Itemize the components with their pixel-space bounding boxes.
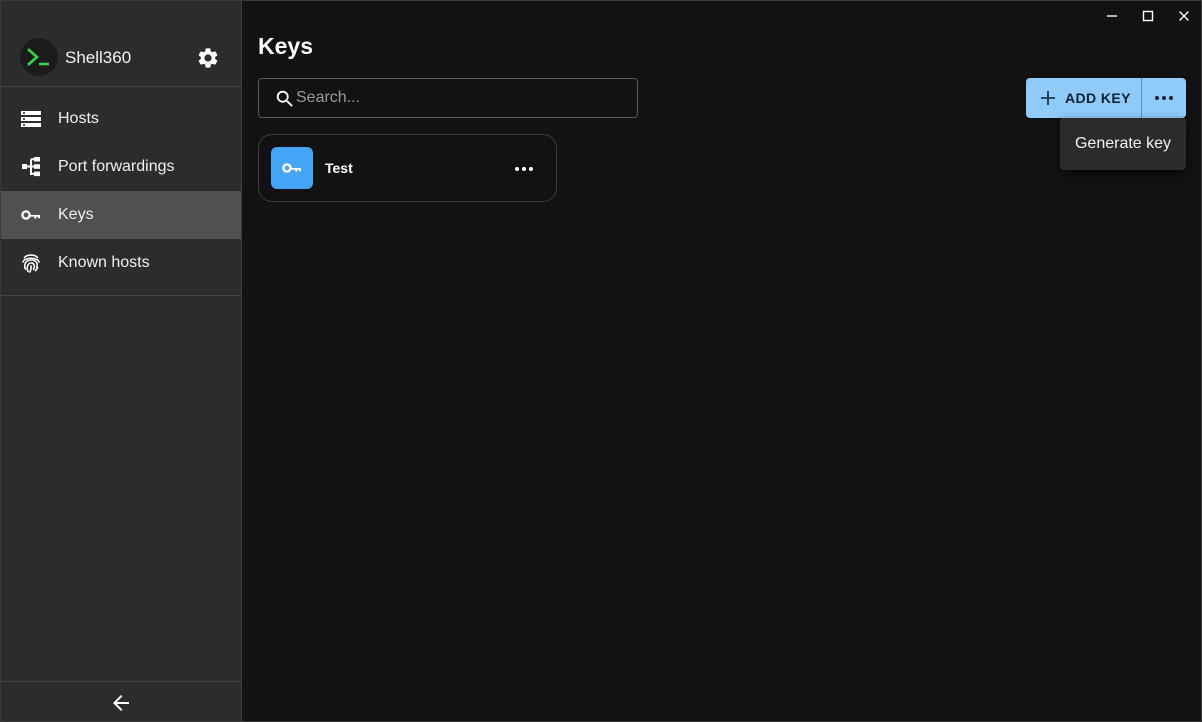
brand-header: Shell360 bbox=[1, 1, 241, 87]
sidebar-item-hosts[interactable]: Hosts bbox=[1, 95, 241, 143]
arrow-left-icon[interactable] bbox=[109, 691, 133, 715]
add-key-label: ADD KEY bbox=[1065, 90, 1131, 106]
search-icon bbox=[274, 88, 296, 110]
sidebar-item-label: Hosts bbox=[58, 110, 99, 127]
plus-icon bbox=[1040, 90, 1056, 106]
close-icon[interactable] bbox=[1172, 5, 1196, 27]
search-input[interactable] bbox=[296, 79, 626, 117]
key-name: Test bbox=[325, 160, 353, 176]
sidebar-item-label: Port forwardings bbox=[58, 158, 175, 175]
app-window: Shell360 Hosts Port forwardings Keys Kno… bbox=[0, 0, 1202, 722]
search-box bbox=[258, 78, 638, 118]
key-icon bbox=[19, 203, 43, 227]
fingerprint-icon bbox=[19, 251, 43, 275]
sidebar-item-known-hosts[interactable]: Known hosts bbox=[1, 239, 241, 287]
key-icon bbox=[271, 147, 313, 189]
sidebar-item-label: Known hosts bbox=[58, 254, 150, 271]
add-key-button[interactable]: ADD KEY bbox=[1026, 78, 1142, 118]
sidebar-divider bbox=[1, 295, 241, 296]
sidebar-item-label: Keys bbox=[58, 206, 94, 223]
key-more-button[interactable] bbox=[510, 155, 538, 183]
sidebar-footer bbox=[1, 681, 241, 721]
minimize-icon[interactable] bbox=[1100, 5, 1124, 27]
more-horizontal-icon bbox=[1154, 95, 1174, 101]
maximize-icon[interactable] bbox=[1136, 5, 1160, 27]
sidebar-item-port-forwardings[interactable]: Port forwardings bbox=[1, 143, 241, 191]
app-name: Shell360 bbox=[65, 48, 132, 67]
sidebar-nav: Hosts Port forwardings Keys Known hosts bbox=[1, 95, 241, 287]
port-forward-icon bbox=[19, 155, 43, 179]
add-key-button-group: ADD KEY bbox=[1026, 78, 1186, 118]
key-card[interactable]: Test bbox=[258, 134, 557, 202]
add-key-dropdown-menu: Generate key bbox=[1060, 118, 1186, 170]
sidebar: Shell360 Hosts Port forwardings Keys Kno… bbox=[1, 1, 242, 721]
add-key-more-button[interactable] bbox=[1142, 78, 1186, 118]
terminal-prompt-icon bbox=[20, 38, 58, 76]
sidebar-item-keys[interactable]: Keys bbox=[1, 191, 241, 239]
menu-item-generate-key[interactable]: Generate key bbox=[1060, 126, 1186, 162]
more-horizontal-icon bbox=[514, 166, 534, 172]
page-title: Keys bbox=[258, 33, 313, 59]
gear-icon[interactable] bbox=[196, 46, 220, 70]
server-icon bbox=[19, 107, 43, 131]
